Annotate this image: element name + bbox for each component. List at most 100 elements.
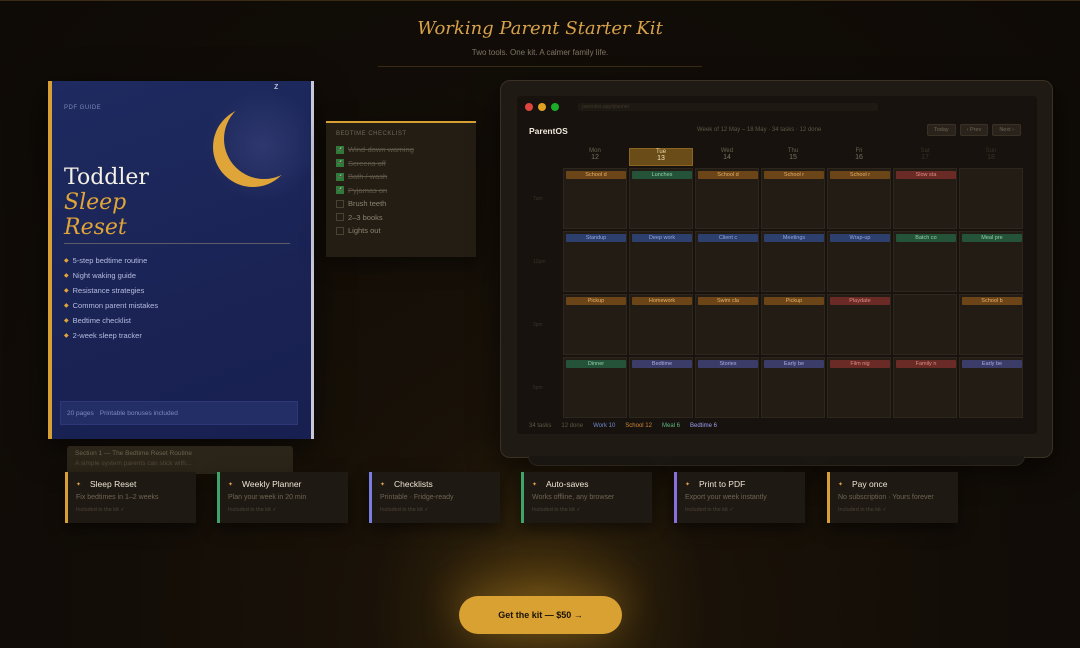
calendar-event[interactable]: Bedtime [632,360,692,368]
calendar-cell[interactable]: Bedtime [629,357,693,418]
calendar-event[interactable]: School b [962,297,1022,305]
laptop-base [528,456,1025,466]
day-header[interactable]: Mon 12 [563,148,627,166]
checkbox-icon[interactable] [336,199,344,208]
calendar-event[interactable]: Deep work [632,234,692,242]
book-bullet: ◆ Bedtime checklist [64,313,158,328]
book-divider [64,243,290,244]
day-number: 12 [591,154,599,161]
day-header[interactable]: Thu 15 [761,148,825,166]
calendar-cell[interactable]: School b [959,294,1023,355]
calendar-event[interactable]: Homework [632,297,692,305]
checklist-item[interactable]: ✓ Bath / wash [336,170,466,184]
book-page-count: 20 pages [67,409,94,417]
calendar-event[interactable]: Standup [566,234,626,242]
day-header[interactable]: Sun 18 [959,148,1023,166]
planner-week-info: Week of 12 May – 18 May · 34 tasks · 12 … [697,127,822,133]
calendar-event[interactable]: Slow sta [896,171,956,179]
calendar-cell[interactable]: School r [827,168,891,229]
calendar-event[interactable]: Pickup [764,297,824,305]
today-button[interactable]: Today [926,124,956,136]
calendar-cell[interactable]: Wrap-up [827,231,891,292]
calendar-cell[interactable]: Family n [893,357,957,418]
calendar-event[interactable]: Pickup [566,297,626,305]
day-header[interactable]: Fri 16 [827,148,891,166]
calendar-cell[interactable]: Film nig [827,357,891,418]
calendar-cell[interactable]: Client c [695,231,759,292]
day-header[interactable]: Sat 17 [893,148,957,166]
day-number: 17 [921,154,929,161]
calendar-event[interactable]: Dinner [566,360,626,368]
feature-card: ✦ Sleep Reset Fix bedtimes in 1–2 weeks Inc… [65,472,196,523]
calendar-event[interactable]: Film nig [830,360,890,368]
book-bullet: ◆ Night waking guide [64,268,158,283]
checked-checkbox-icon[interactable]: ✓ [336,145,344,154]
calendar-event[interactable]: School d [698,171,758,179]
calendar-event[interactable]: Meal pre [962,234,1022,242]
checklist-item[interactable]: ✓ Pyjamas on [336,184,466,198]
book-title-line-3: Reset [64,215,127,240]
checklist-item[interactable]: ✓ Screens off [336,157,466,171]
calendar-event[interactable]: Wrap-up [830,234,890,242]
checklist-item[interactable]: 2–3 books [336,211,466,225]
day-number: 16 [855,154,863,161]
checklist-item[interactable]: ✓ Wind-down warning [336,143,466,157]
calendar-cell[interactable]: Stories [695,357,759,418]
calendar-cell[interactable]: Meal pre [959,231,1023,292]
book-bullet: ◆ Common parent mistakes [64,298,158,313]
checked-checkbox-icon[interactable]: ✓ [336,159,344,168]
day-header[interactable]: Tue 13 [629,148,693,166]
calendar-cell[interactable]: Standup [563,231,627,292]
checklist-item-label: Screens off [348,158,386,168]
checklist-item[interactable]: Lights out [336,224,466,238]
calendar-cell[interactable]: Early be [959,357,1023,418]
calendar-cell[interactable]: School r [761,168,825,229]
checked-checkbox-icon[interactable]: ✓ [336,186,344,195]
calendar-cell[interactable]: Playdate [827,294,891,355]
calendar-event[interactable]: Playdate [830,297,890,305]
checked-checkbox-icon[interactable]: ✓ [336,172,344,181]
checkbox-icon[interactable] [336,226,344,235]
calendar-event[interactable]: Meetings [764,234,824,242]
browser-chrome: parentos.app/planner [517,96,1037,118]
calendar-cell[interactable] [959,168,1023,229]
calendar-cell[interactable]: Meetings [761,231,825,292]
calendar-event[interactable]: Client c [698,234,758,242]
calendar-event[interactable]: School d [566,171,626,179]
checklist-item[interactable]: Brush teeth [336,197,466,211]
calendar-event[interactable]: School r [764,171,824,179]
calendar-cell[interactable]: Homework [629,294,693,355]
checkbox-icon[interactable] [336,213,344,222]
calendar-event[interactable]: Early be [962,360,1022,368]
feature-included-note: Included in the kit ✓ [228,507,277,513]
hour-label: 6pm [533,385,543,391]
feature-description: No subscription · Yours forever [838,494,934,501]
calendar-event[interactable]: Family n [896,360,956,368]
calendar-cell[interactable]: Deep work [629,231,693,292]
minimize-dot-icon [538,103,546,111]
calendar-event[interactable]: Early be [764,360,824,368]
calendar-cell[interactable]: Pickup [563,294,627,355]
url-bar[interactable]: parentos.app/planner [578,103,878,111]
calendar-event[interactable]: Swim cla [698,297,758,305]
calendar-cell[interactable]: Lunches [629,168,693,229]
prev-week-button[interactable]: ‹ Prev [959,124,989,136]
calendar-cell[interactable]: Early be [761,357,825,418]
calendar-cell[interactable]: Slow sta [893,168,957,229]
calendar-event[interactable]: Lunches [632,171,692,179]
calendar-cell[interactable]: Dinner [563,357,627,418]
calendar-cell[interactable] [893,294,957,355]
calendar-cell[interactable]: School d [695,168,759,229]
calendar-event[interactable]: Stories [698,360,758,368]
calendar-cell[interactable]: Swim cla [695,294,759,355]
calendar-cell[interactable]: Batch co [893,231,957,292]
calendar-event[interactable]: School r [830,171,890,179]
calendar-cell[interactable]: School d [563,168,627,229]
calendar-event[interactable]: Batch co [896,234,956,242]
planner-footer: 34 tasks 12 done Work 10 School 12 Meal … [529,423,717,429]
get-kit-button[interactable]: Get the kit — $50 → [459,596,622,634]
day-header[interactable]: Wed 14 [695,148,759,166]
next-week-button[interactable]: Next › [992,124,1021,136]
book-tag: PDF GUIDE [64,105,102,111]
calendar-cell[interactable]: Pickup [761,294,825,355]
